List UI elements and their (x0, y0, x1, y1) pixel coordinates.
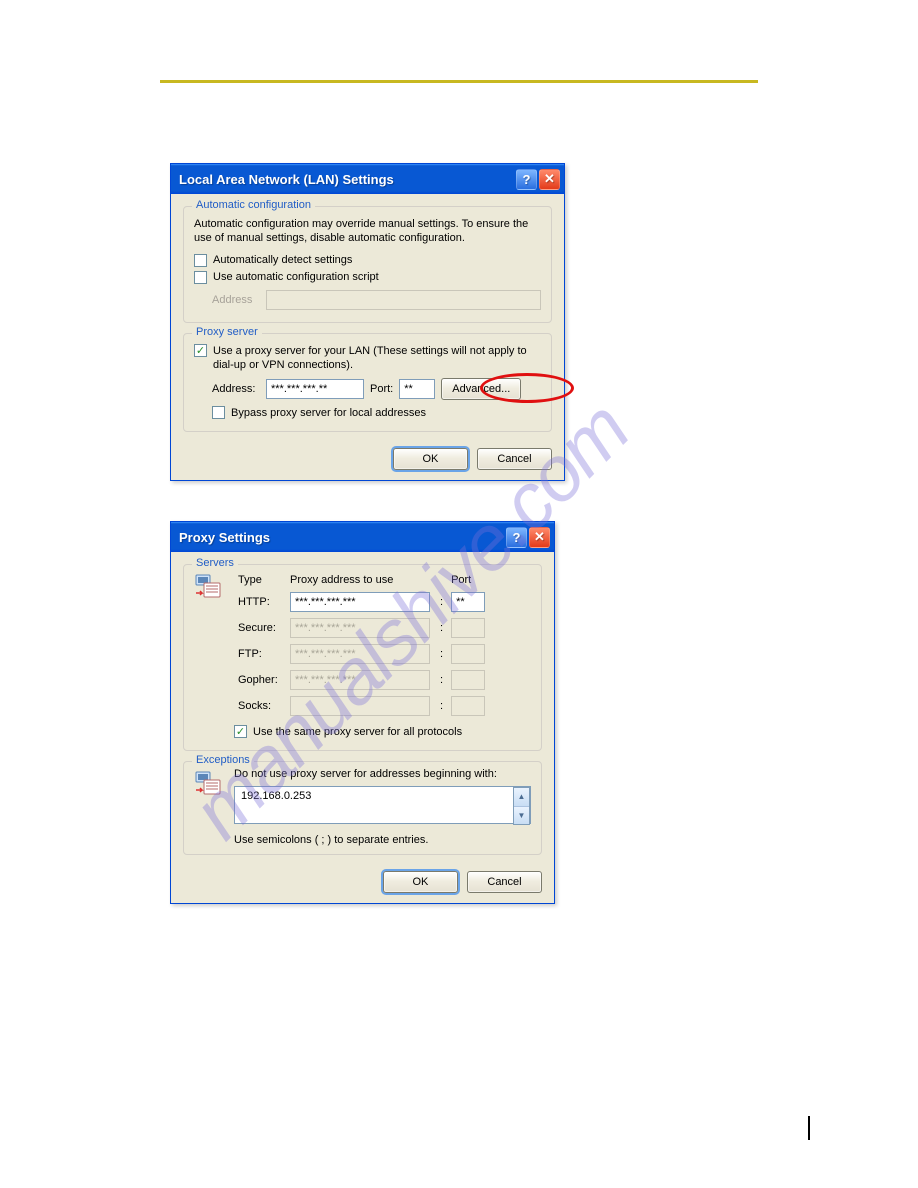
gopher-addr-input (290, 670, 430, 690)
scroll-up-icon[interactable]: ▲ (514, 788, 529, 807)
proxy-titlebar[interactable]: Proxy Settings ? ✕ (171, 522, 554, 552)
exceptions-note: Use semicolons ( ; ) to separate entries… (234, 834, 531, 846)
exceptions-legend: Exceptions (192, 754, 254, 766)
help-icon[interactable]: ? (516, 169, 537, 190)
proxy-server-group: Proxy server ✓ Use a proxy server for yo… (183, 333, 552, 433)
same-proxy-label: Use the same proxy server for all protoc… (253, 726, 462, 738)
socks-port-input (451, 696, 485, 716)
http-addr-input[interactable] (290, 592, 430, 612)
exceptions-group: Exceptions Do n (183, 761, 542, 855)
use-proxy-label: Use a proxy server for your LAN (These s… (213, 344, 541, 373)
http-port-input[interactable] (451, 592, 485, 612)
socks-addr-input (290, 696, 430, 716)
exceptions-desc: Do not use proxy server for addresses be… (234, 768, 531, 780)
addr-header: Proxy address to use (286, 571, 436, 589)
type-header: Type (234, 571, 286, 589)
auto-config-desc: Automatic configuration may override man… (194, 217, 541, 246)
proxy-port-input[interactable] (399, 379, 435, 399)
close-icon[interactable]: ✕ (529, 527, 550, 548)
table-row: HTTP: : (234, 589, 489, 615)
table-row: Secure: : (234, 615, 489, 641)
bypass-local-label: Bypass proxy server for local addresses (231, 407, 426, 419)
auto-config-group: Automatic configuration Automatic config… (183, 206, 552, 323)
gopher-port-input (451, 670, 485, 690)
same-proxy-checkbox[interactable]: ✓ (234, 725, 247, 738)
page-divider (160, 80, 758, 83)
exceptions-textarea[interactable]: 192.168.0.253 ▲ ▼ (234, 786, 531, 824)
cancel-button[interactable]: Cancel (467, 871, 542, 893)
lan-title: Local Area Network (LAN) Settings (179, 172, 514, 187)
use-proxy-checkbox[interactable]: ✓ (194, 344, 207, 357)
scroll-down-icon[interactable]: ▼ (514, 807, 529, 825)
port-header: Port (447, 571, 489, 589)
cancel-button[interactable]: Cancel (477, 448, 552, 470)
page-mark (808, 1116, 810, 1140)
scrollbar[interactable]: ▲ ▼ (513, 787, 530, 825)
use-script-label: Use automatic configuration script (213, 271, 379, 283)
close-icon[interactable]: ✕ (539, 169, 560, 190)
ok-button[interactable]: OK (393, 448, 468, 470)
ftp-port-input (451, 644, 485, 664)
use-script-checkbox[interactable] (194, 271, 207, 284)
lan-settings-dialog: Local Area Network (LAN) Settings ? ✕ Au… (170, 163, 565, 481)
servers-group: Servers (183, 564, 542, 751)
secure-port-input (451, 618, 485, 638)
auto-config-address-label: Address (212, 294, 260, 306)
servers-legend: Servers (192, 557, 238, 569)
table-row: Socks: : (234, 693, 489, 719)
lan-titlebar[interactable]: Local Area Network (LAN) Settings ? ✕ (171, 164, 564, 194)
auto-detect-label: Automatically detect settings (213, 254, 352, 266)
bypass-local-checkbox[interactable] (212, 406, 225, 419)
secure-addr-input (290, 618, 430, 638)
table-row: Gopher: : (234, 667, 489, 693)
proxy-title: Proxy Settings (179, 530, 504, 545)
servers-table: Type Proxy address to use Port HTTP: : (234, 571, 489, 719)
table-row: FTP: : (234, 641, 489, 667)
proxy-address-input[interactable] (266, 379, 364, 399)
ftp-addr-input (290, 644, 430, 664)
proxy-settings-dialog: Proxy Settings ? ✕ Servers (170, 521, 555, 904)
proxy-port-label: Port: (370, 383, 393, 395)
auto-config-address-input (266, 290, 541, 310)
servers-icon (194, 571, 226, 603)
auto-detect-checkbox[interactable] (194, 254, 207, 267)
ok-button[interactable]: OK (383, 871, 458, 893)
auto-config-legend: Automatic configuration (192, 199, 315, 211)
proxy-address-label: Address: (212, 383, 260, 395)
advanced-button[interactable]: Advanced... (441, 378, 521, 400)
proxy-legend: Proxy server (192, 326, 262, 338)
exceptions-icon (194, 768, 226, 800)
help-icon[interactable]: ? (506, 527, 527, 548)
